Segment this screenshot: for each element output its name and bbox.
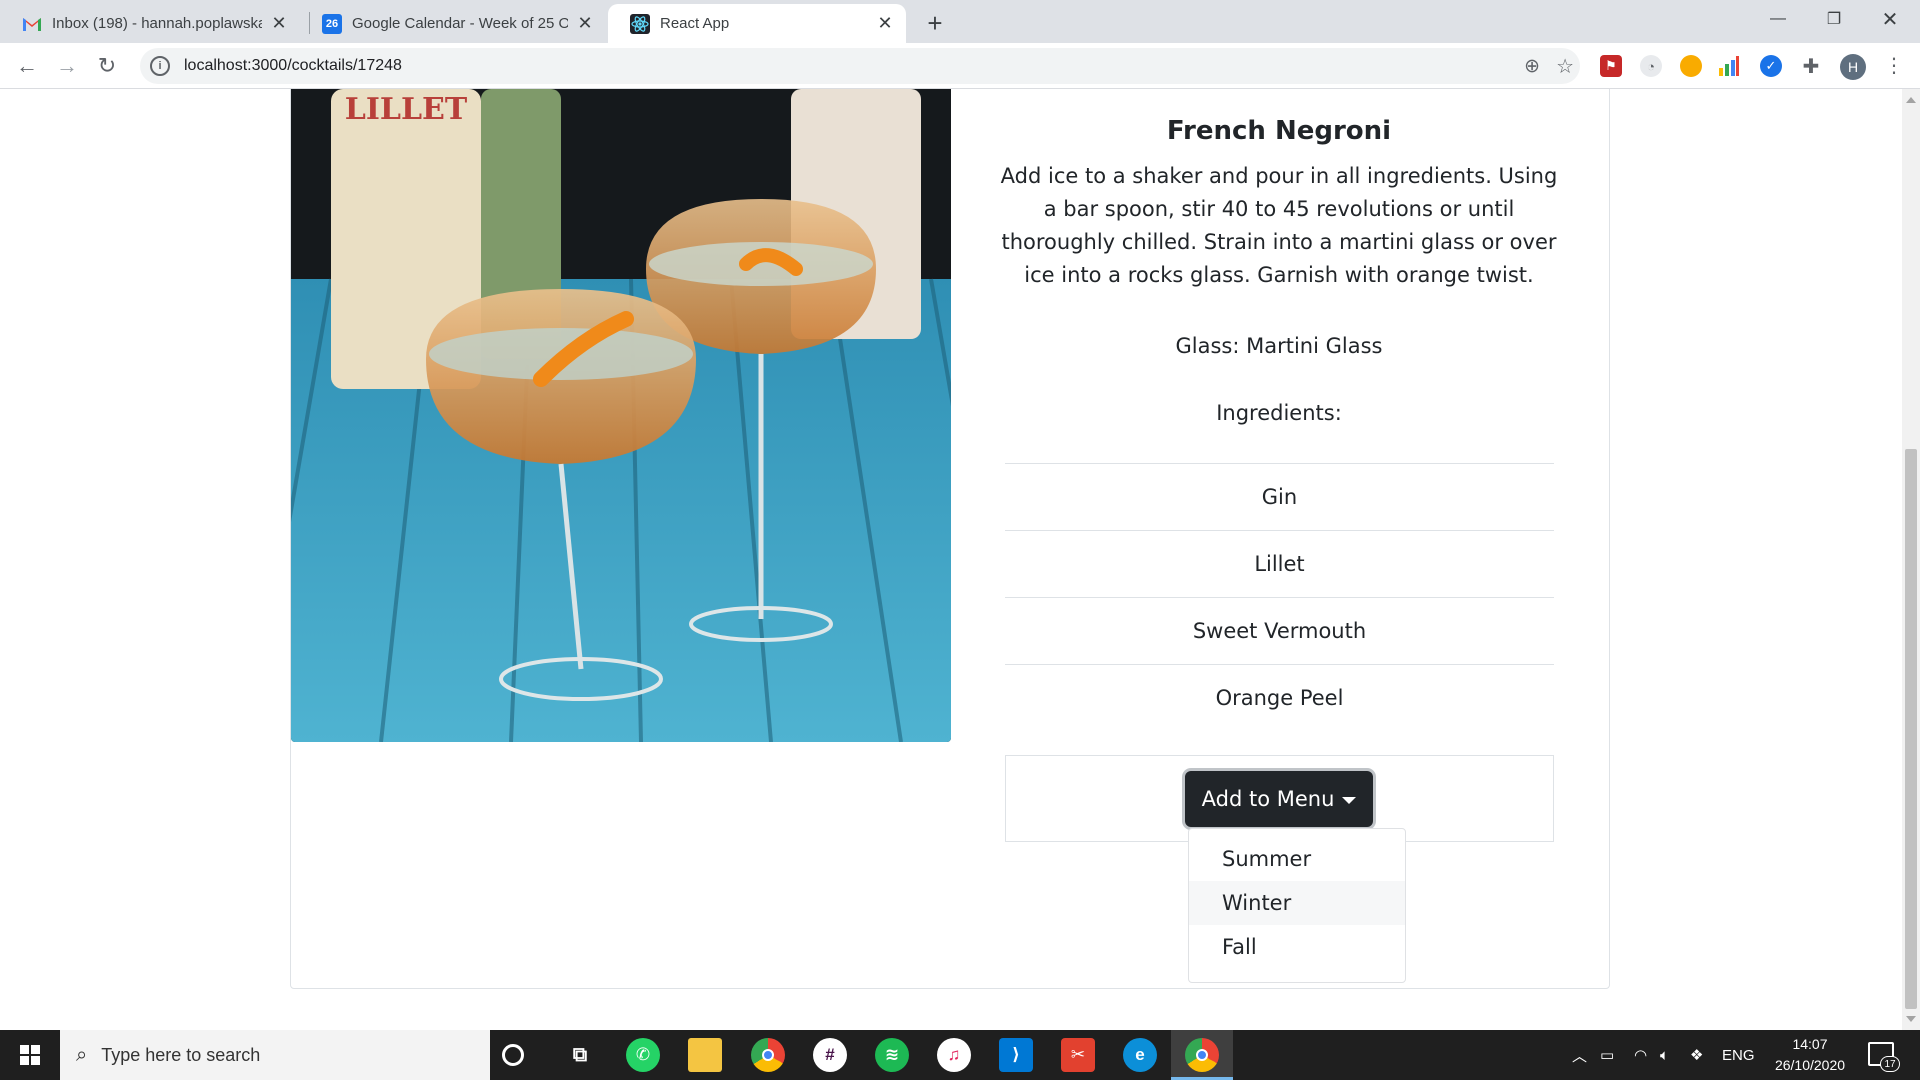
taskbar-search[interactable]: ⌕ Type here to search [60,1030,490,1080]
vscode-icon[interactable]: ⟩ [999,1038,1033,1072]
wifi-icon[interactable]: ◠ [1634,1030,1647,1080]
gmail-icon [22,14,42,34]
ingredients-heading: Ingredients: [1216,401,1342,426]
list-item: Orange Peel [1005,664,1554,731]
caret-down-icon [1342,796,1357,804]
windows-taskbar: ⌕ Type here to search ⧉ ✆ # ≋ ♫ ⟩ ✂ e ︿ … [0,1030,1920,1080]
drink-title: French Negroni [1166,116,1392,146]
browser-toolbar: ← → ↻ i localhost:3000/cocktails/17248 ⊕… [0,43,1920,89]
edge-icon[interactable]: e [1123,1038,1157,1072]
extension-icon-orange[interactable] [1680,55,1702,77]
volume-icon[interactable]: 🔈︎ [1660,1030,1669,1080]
extension-icon-check[interactable]: ✓ [1760,55,1782,77]
scroll-up-icon[interactable] [1906,97,1916,103]
clock-time: 14:07 [1792,1036,1828,1052]
windows-logo-icon [20,1045,40,1065]
url-text[interactable]: localhost:3000/cocktails/17248 [184,57,402,75]
close-window-button[interactable]: ✕ [1862,0,1918,38]
scroll-down-icon[interactable] [1906,1016,1916,1022]
tab-google-calendar[interactable]: 26 Google Calendar - Week of 25 Oct ✕ [300,4,606,43]
back-button[interactable]: ← [10,49,44,83]
bookmark-star-icon[interactable]: ☆ [1556,54,1574,79]
page-viewport: LILLET French Negroni Add ice to a shake… [0,89,1902,1030]
battery-icon[interactable]: ▭ [1600,1030,1614,1080]
dropdown-item-winter[interactable]: Winter [1189,881,1405,925]
tab-title: React App [660,15,730,32]
dropbox-icon[interactable]: ❖ [1690,1030,1703,1080]
page-scrollbar[interactable] [1902,89,1920,1030]
system-clock[interactable]: 14:07 26/10/2020 [1766,1034,1854,1076]
site-info-icon[interactable]: i [150,56,170,76]
tab-gmail[interactable]: Inbox (198) - hannah.poplawska@ ✕ [0,4,300,43]
ingredient-list: Gin Lillet Sweet Vermouth Orange Peel [1005,463,1554,731]
extension-icon-red[interactable]: ⚑ [1600,55,1622,77]
extension-icon-chart[interactable] [1718,55,1740,77]
list-item: Sweet Vermouth [1005,597,1554,664]
close-icon[interactable]: ✕ [874,13,896,35]
profile-avatar[interactable]: H [1840,54,1866,80]
clock-date: 26/10/2020 [1774,1057,1846,1073]
add-to-menu-label: Add to Menu [1201,787,1335,811]
tab-strip: Inbox (198) - hannah.poplawska@ ✕ 26 Goo… [0,0,1920,43]
cortana-icon[interactable] [502,1044,524,1066]
dropdown-item-fall[interactable]: Fall [1189,925,1405,969]
list-item: Lillet [1005,530,1554,597]
extension-icon-clock[interactable]: ◔ [1640,55,1662,77]
bottle-label: LILLET [345,92,468,127]
close-icon[interactable]: ✕ [574,13,596,35]
whatsapp-icon[interactable]: ✆ [626,1038,660,1072]
glass-type: Glass: Martini Glass [1175,334,1383,359]
notification-count-badge: 17 [1880,1056,1900,1072]
browser-menu-icon[interactable]: ⋮ [1884,53,1904,78]
start-button[interactable] [0,1030,60,1080]
cocktail-photo: LILLET [291,89,951,742]
slack-icon[interactable]: # [813,1038,847,1072]
add-to-menu-button[interactable]: Add to Menu [1185,771,1373,827]
chrome-icon[interactable] [751,1038,785,1072]
scrollbar-thumb[interactable] [1905,449,1917,1009]
calendar-icon-date: 26 [322,13,342,34]
spotify-icon[interactable]: ≋ [875,1038,909,1072]
react-icon [630,13,650,34]
zoom-icon[interactable]: ⊕ [1524,55,1540,78]
file-explorer-icon[interactable] [688,1038,722,1072]
tab-title: Inbox (198) - hannah.poplawska@ [52,15,262,32]
itunes-icon[interactable]: ♫ [937,1038,971,1072]
chrome-profile-icon[interactable] [1185,1038,1219,1072]
language-indicator[interactable]: ENG [1722,1030,1755,1080]
new-tab-button[interactable]: + [920,8,950,38]
dropdown-item-summer[interactable]: Summer [1189,837,1405,881]
reload-button[interactable]: ↻ [90,49,124,83]
task-view-icon[interactable]: ⧉ [563,1038,597,1072]
drink-instructions: Add ice to a shaker and pour in all ingr… [1000,164,1558,288]
tab-react-app[interactable]: React App ✕ [608,4,906,43]
show-hidden-icons-chevron-icon[interactable]: ︿ [1572,1030,1587,1080]
tab-title: Google Calendar - Week of 25 Oct [352,15,568,32]
snipping-tool-icon[interactable]: ✂ [1061,1038,1095,1072]
address-bar[interactable]: i localhost:3000/cocktails/17248 ⊕ ☆ [140,48,1580,84]
minimize-button[interactable]: — [1750,0,1806,38]
close-icon[interactable]: ✕ [268,13,290,35]
cocktail-details: French Negroni Add ice to a shaker and p… [990,89,1568,425]
forward-button[interactable]: → [50,49,84,83]
menu-dropdown: Summer Winter Fall [1188,828,1406,983]
search-placeholder: Type here to search [101,1044,261,1065]
extensions-puzzle-icon[interactable]: ✚ [1800,55,1822,78]
search-icon: ⌕ [76,1043,88,1066]
calendar-icon: 26 [322,13,342,34]
restore-button[interactable]: ❐ [1806,0,1862,38]
list-item: Gin [1005,463,1554,530]
